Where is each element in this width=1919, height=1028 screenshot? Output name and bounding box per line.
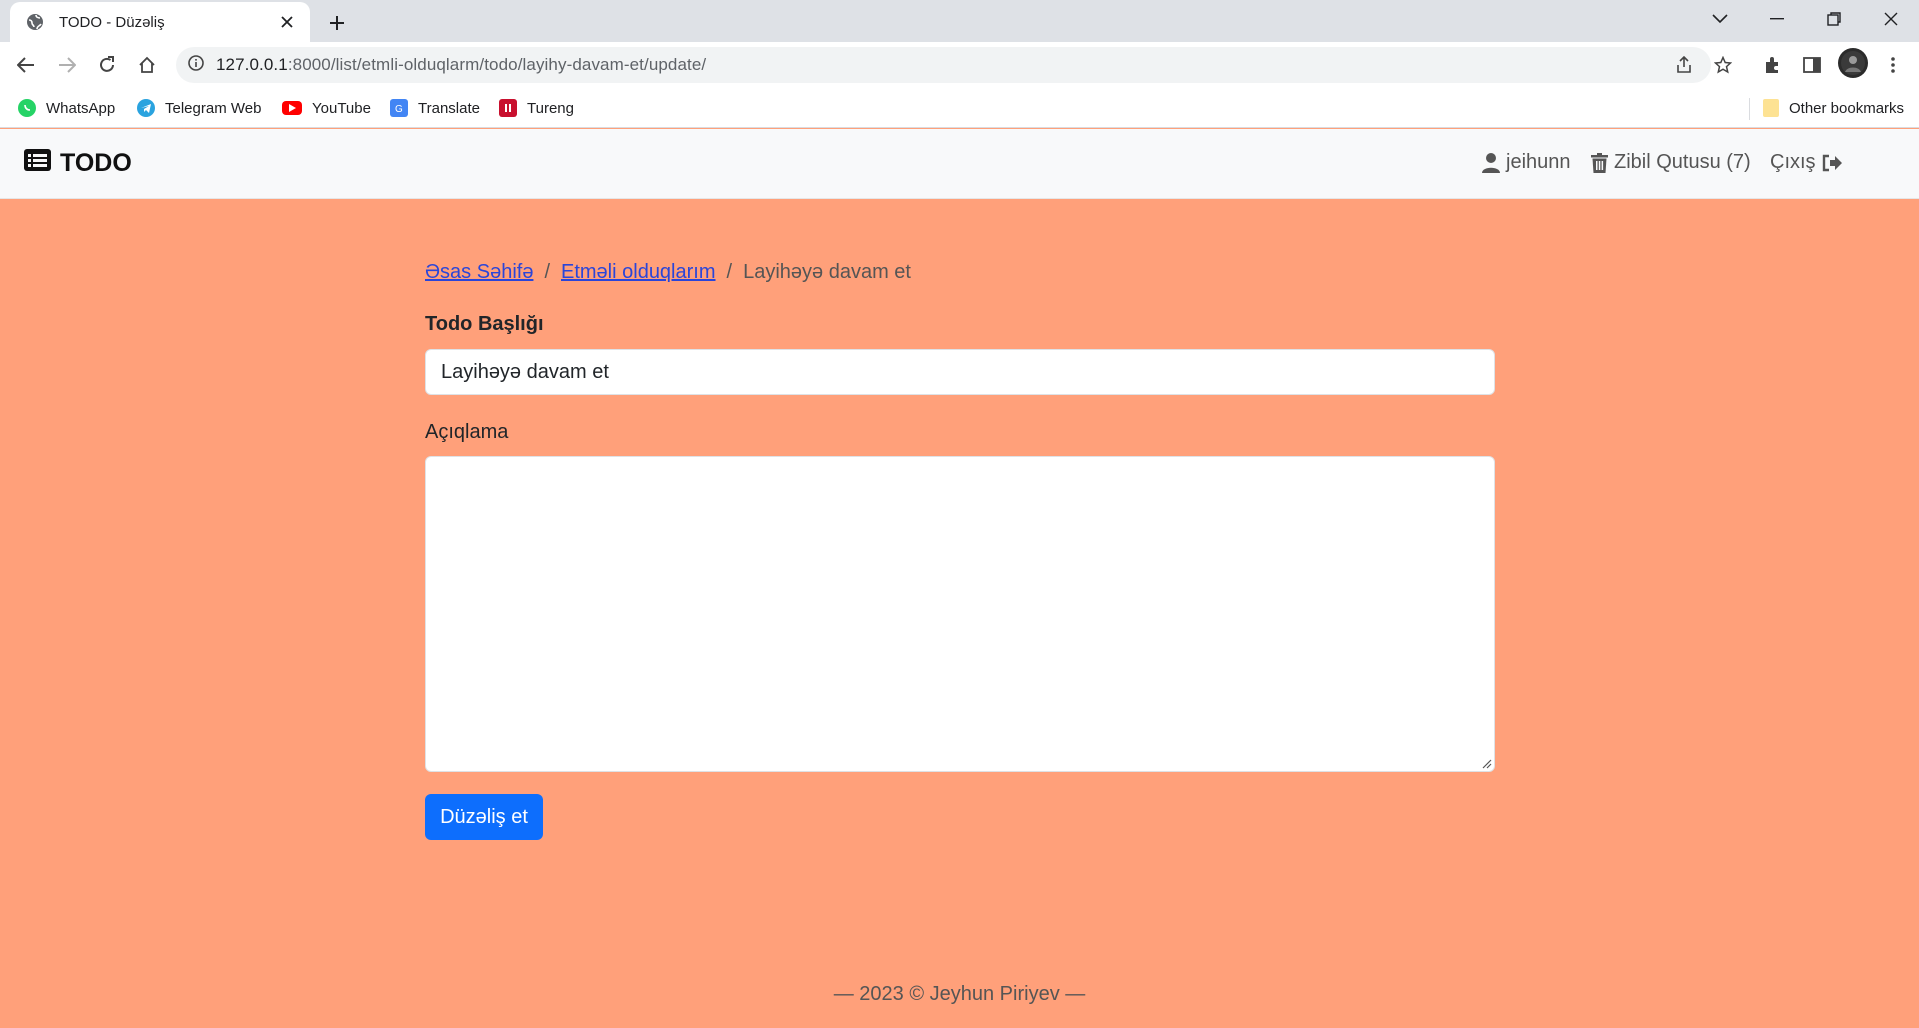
close-tab-icon[interactable]	[276, 11, 298, 33]
bookmarks-bar: WhatsApp Telegram Web YouTube G Translat…	[0, 88, 1919, 128]
nav-trash-label: Zibil Qutusu (7)	[1614, 151, 1751, 173]
breadcrumb-current: Layihəyə davam et	[743, 261, 911, 283]
tab-search-chevron-icon[interactable]	[1692, 0, 1748, 38]
nav-logout-label: Çıxış	[1770, 151, 1816, 173]
site-info-icon[interactable]	[188, 54, 204, 76]
bookmark-tureng[interactable]: Tureng	[499, 94, 574, 122]
nav-user-label: jeihunn	[1506, 151, 1571, 173]
tab-title: TODO - Düzəliş	[59, 13, 165, 31]
reload-icon[interactable]	[91, 49, 123, 81]
profile-avatar[interactable]	[1838, 48, 1868, 78]
url-host: 127.0.0.1	[216, 55, 288, 74]
resize-grip-icon[interactable]	[1480, 757, 1492, 769]
breadcrumb: Əsas Səhifə / Etməli olduqlarım / Layihə…	[425, 261, 911, 284]
close-window-icon[interactable]	[1863, 0, 1919, 38]
bookmark-label: Tureng	[527, 99, 574, 117]
url-path: :8000/list/etmli-olduqlarm/todo/layihy-d…	[287, 55, 707, 74]
browser-tabstrip: TODO - Düzəliş	[0, 0, 1919, 42]
other-bookmarks[interactable]: Other bookmarks	[1763, 94, 1904, 122]
youtube-icon	[282, 101, 302, 115]
footer-text: — 2023 © Jeyhun Piriyev —	[833, 983, 1086, 1005]
bookmarks-separator	[1749, 98, 1750, 120]
bookmark-label: YouTube	[312, 99, 371, 117]
title-input[interactable]: Layihəyə davam et	[425, 349, 1495, 395]
address-bar[interactable]: 127.0.0.1:8000/list/etmli-olduqlarm/todo…	[176, 47, 1711, 83]
title-label: Todo Başlığı	[425, 313, 544, 335]
share-icon[interactable]	[1669, 50, 1699, 80]
telegram-icon	[137, 99, 155, 117]
other-bookmarks-label: Other bookmarks	[1789, 99, 1905, 117]
description-label: Açıqlama	[425, 421, 509, 443]
url-text: 127.0.0.1:8000/list/etmli-olduqlarm/todo…	[216, 55, 706, 75]
side-panel-icon[interactable]	[1797, 50, 1827, 80]
home-icon[interactable]	[131, 49, 163, 81]
tureng-icon	[499, 99, 517, 117]
bookmark-label: Telegram Web	[165, 99, 262, 117]
sign-out-icon	[1822, 154, 1842, 171]
bookmark-label: Translate	[418, 99, 480, 117]
bookmark-telegram[interactable]: Telegram Web	[137, 94, 261, 122]
breadcrumb-separator: /	[544, 261, 550, 283]
nav-logout[interactable]: Çıxış	[1770, 151, 1848, 174]
site-navbar: TODO jeihunn Zibil Qutusu (7) Çıxış	[0, 129, 1919, 199]
new-tab-icon[interactable]	[322, 8, 352, 38]
svg-text:G: G	[395, 104, 403, 114]
translate-icon: G	[390, 99, 408, 117]
nav-user[interactable]: jeihunn	[1482, 151, 1571, 174]
globe-icon	[25, 12, 45, 32]
bookmark-translate[interactable]: G Translate	[390, 94, 480, 122]
bookmark-whatsapp[interactable]: WhatsApp	[18, 94, 115, 122]
browser-toolbar: 127.0.0.1:8000/list/etmli-olduqlarm/todo…	[0, 42, 1919, 88]
brand-label: TODO	[60, 149, 132, 177]
brand-link[interactable]: TODO	[24, 149, 132, 178]
breadcrumb-separator: /	[726, 261, 733, 283]
bookmark-label: WhatsApp	[46, 99, 116, 117]
minimize-icon[interactable]	[1749, 0, 1805, 38]
folder-icon	[1763, 99, 1779, 117]
breadcrumb-list[interactable]: Etməli olduqlarım	[561, 261, 716, 284]
description-textarea[interactable]	[425, 456, 1495, 772]
bookmark-youtube[interactable]: YouTube	[282, 94, 371, 122]
nav-trash[interactable]: Zibil Qutusu (7)	[1591, 151, 1751, 174]
restore-icon[interactable]	[1806, 0, 1862, 38]
browser-menu-icon[interactable]	[1878, 50, 1908, 80]
submit-button[interactable]: Düzəliş et	[425, 794, 543, 840]
list-icon	[24, 149, 51, 178]
trash-icon	[1591, 152, 1608, 173]
browser-tab[interactable]: TODO - Düzəliş	[10, 2, 310, 42]
bookmark-star-icon[interactable]	[1708, 50, 1738, 80]
breadcrumb-home[interactable]: Əsas Səhifə	[425, 261, 533, 284]
extensions-icon[interactable]	[1757, 50, 1787, 80]
forward-arrow-icon[interactable]	[51, 49, 83, 81]
back-arrow-icon[interactable]	[10, 49, 42, 81]
user-icon	[1482, 152, 1500, 173]
whatsapp-icon	[18, 99, 36, 117]
